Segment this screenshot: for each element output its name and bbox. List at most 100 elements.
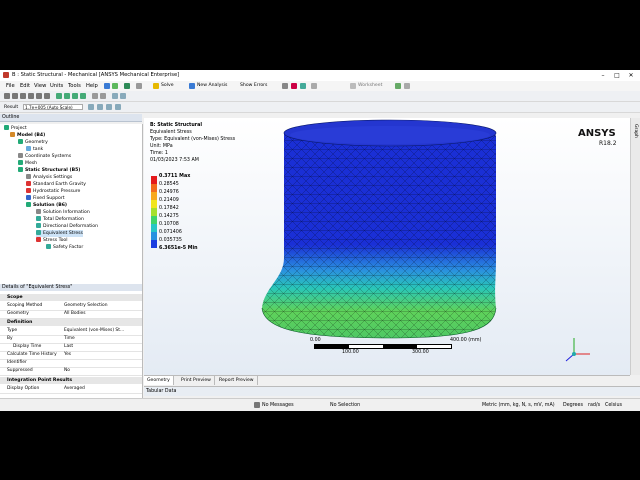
ansys-app-icon — [3, 72, 9, 78]
probe-tool-icon[interactable] — [282, 83, 288, 89]
mesh-icon — [18, 160, 23, 165]
tree-item-coordinate-systems[interactable]: Coordinate Systems — [18, 153, 71, 160]
menu-bar: File Edit View Units Tools Help Solve Ne… — [0, 81, 640, 91]
tab-geometry[interactable]: Geometry — [144, 376, 174, 385]
label-icon[interactable] — [291, 83, 297, 89]
vectors-icon[interactable] — [115, 104, 121, 110]
refresh-icon[interactable] — [104, 83, 110, 89]
tree-item-geometry[interactable]: Geometry — [18, 139, 48, 146]
tree-item-project[interactable]: Project — [4, 125, 27, 132]
link-icon[interactable] — [395, 83, 401, 89]
select-vertex-icon[interactable] — [80, 93, 86, 99]
status-rads[interactable]: rad/s — [588, 403, 600, 408]
tab-report-preview[interactable]: Report Preview — [216, 376, 258, 385]
tree-item-safety-factor[interactable]: Safety Factor — [46, 244, 83, 251]
tree-item-analysis-settings[interactable]: Analysis Settings — [26, 174, 72, 181]
menu-tools[interactable]: Tools — [68, 83, 81, 89]
tree-item-model[interactable]: Model (B4) — [10, 132, 45, 139]
tree-item-mesh[interactable]: Mesh — [18, 160, 37, 167]
selection-icon[interactable] — [300, 83, 306, 89]
save-icon[interactable] — [112, 83, 118, 89]
view-options-icon[interactable] — [404, 83, 410, 89]
tree-item-gravity[interactable]: Standard Earth Gravity — [26, 181, 86, 188]
worksheet-button[interactable]: Worksheet — [358, 83, 382, 88]
tree-item-solution[interactable]: Solution (B6) — [26, 202, 67, 209]
details-row[interactable]: Suppressed No — [0, 367, 142, 376]
solve-button[interactable]: Solve — [161, 83, 174, 88]
tree-item-static-structural[interactable]: Static Structural (B5) — [18, 167, 80, 174]
contour-icon[interactable] — [97, 104, 103, 110]
geometry-display-icon[interactable] — [88, 104, 94, 110]
window-title: B : Static Structural - Mechanical [ANSY… — [12, 72, 180, 78]
fit-icon[interactable] — [36, 93, 42, 99]
axis-triad-icon[interactable] — [562, 334, 592, 364]
ruler-icon[interactable] — [311, 83, 317, 89]
show-errors-button[interactable]: Show Errors — [240, 83, 267, 88]
maximize-button[interactable]: □ — [610, 71, 624, 80]
status-bar: No Messages No Selection Metric (mm, kg,… — [0, 398, 640, 411]
view-tabs: Geometry Print Preview Report Preview — [144, 375, 630, 385]
set-view-icon[interactable] — [120, 93, 126, 99]
minimize-button[interactable]: – — [596, 71, 610, 80]
status-selection: No Selection — [330, 403, 361, 408]
tank-model[interactable] — [144, 118, 630, 375]
legend-band — [151, 240, 157, 248]
copy-icon[interactable] — [136, 83, 142, 89]
tree-item-hydrostatic[interactable]: Hydrostatic Pressure — [26, 188, 80, 195]
menu-edit[interactable]: Edit — [20, 83, 30, 89]
isometric-icon[interactable] — [112, 93, 118, 99]
tree-item-fixed-support[interactable]: Fixed Support — [26, 195, 65, 202]
magnifier-icon[interactable] — [44, 93, 50, 99]
select-edge-icon[interactable] — [72, 93, 78, 99]
menu-view[interactable]: View — [34, 83, 46, 89]
tree-item-directional-deformation[interactable]: Directional Deformation — [36, 223, 98, 230]
new-analysis-button[interactable]: New Analysis — [197, 83, 227, 88]
menu-units[interactable]: Units — [50, 83, 63, 89]
menu-help[interactable]: Help — [86, 83, 98, 89]
select-body-icon[interactable] — [56, 93, 62, 99]
graph-side-tab[interactable]: Graph — [630, 118, 640, 375]
result-type: Type: Equivalent (von-Mises) Stress — [150, 137, 236, 142]
details-section-scope[interactable]: Scope — [0, 294, 142, 301]
solve-icon[interactable] — [153, 83, 159, 89]
messages-icon[interactable] — [254, 402, 260, 408]
tree-item-total-deformation[interactable]: Total Deformation — [36, 216, 84, 223]
details-section-definition[interactable]: Definition — [0, 319, 142, 326]
zoom-box-icon[interactable] — [28, 93, 34, 99]
zoom-icon[interactable] — [20, 93, 26, 99]
legend-value: 0.071406 — [159, 230, 182, 235]
scale-select[interactable]: 1.7e+005 (Auto Scale) — [23, 103, 83, 110]
details-row[interactable]: Display Option Averaged — [0, 385, 142, 394]
tabular-data-header[interactable]: Tabular Data — [144, 386, 640, 396]
select-face-icon[interactable] — [64, 93, 70, 99]
check-icon[interactable] — [124, 83, 130, 89]
details-section-integration[interactable]: Integration Point Results — [0, 377, 142, 384]
project-icon — [4, 125, 9, 130]
status-units[interactable]: Metric (mm, kg, N, s, mV, mA) — [482, 403, 555, 408]
analysis-icon — [18, 167, 23, 172]
status-messages[interactable]: No Messages — [262, 403, 294, 408]
legend-value: 0.17842 — [159, 206, 179, 211]
tree-item-stress-tool[interactable]: Stress Tool — [36, 237, 68, 244]
status-degrees[interactable]: Degrees — [563, 403, 583, 408]
menu-file[interactable]: File — [6, 83, 15, 89]
legend-value: 0.28545 — [159, 182, 179, 187]
edges-icon[interactable] — [106, 104, 112, 110]
tree-item-solution-information[interactable]: Solution Information — [36, 209, 90, 216]
tree-item-equivalent-stress[interactable]: Equivalent Stress — [36, 230, 83, 237]
scale-label: 0.00 — [310, 338, 321, 343]
scale-label: 100.00 — [342, 350, 359, 355]
graphics-viewport[interactable]: B: Static Structural Equivalent Stress T… — [144, 118, 630, 375]
scale-label: 300.00 — [412, 350, 429, 355]
tab-print-preview[interactable]: Print Preview — [178, 376, 215, 385]
status-temperature[interactable]: Celsius — [605, 403, 622, 408]
next-view-icon[interactable] — [100, 93, 106, 99]
rotate-icon[interactable] — [4, 93, 10, 99]
tree-item-tank[interactable]: tank — [26, 146, 43, 153]
worksheet-icon — [350, 83, 356, 89]
coordinate-icon — [18, 153, 23, 158]
details-row[interactable]: Geometry All Bodies — [0, 310, 142, 319]
close-button[interactable]: ✕ — [624, 71, 638, 80]
pan-icon[interactable] — [12, 93, 18, 99]
previous-view-icon[interactable] — [92, 93, 98, 99]
